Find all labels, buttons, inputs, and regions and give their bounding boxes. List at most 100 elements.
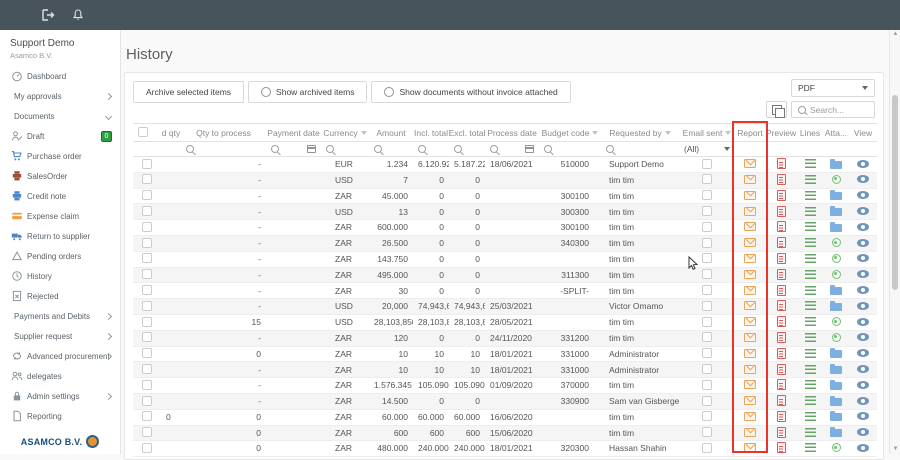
filter-cell-amount[interactable]: [369, 142, 413, 157]
sidebar-item-history[interactable]: History: [0, 266, 120, 286]
lines-icon[interactable]: [805, 349, 816, 358]
lines-icon[interactable]: [805, 222, 816, 231]
email-sent-checkbox[interactable]: [702, 443, 712, 453]
row-select-checkbox[interactable]: [142, 285, 152, 295]
column-header-qty[interactable]: Qty to process: [181, 124, 266, 142]
report-email-icon[interactable]: [744, 270, 756, 279]
pdf-preview-icon[interactable]: [777, 158, 786, 169]
column-header-view[interactable]: View: [849, 124, 877, 142]
report-email-icon[interactable]: [744, 207, 756, 216]
pdf-preview-icon[interactable]: [777, 190, 786, 201]
filter-funnel-icon[interactable]: [665, 131, 671, 135]
calendar-icon[interactable]: [525, 145, 534, 153]
view-eye-icon[interactable]: [857, 381, 869, 389]
row-select-checkbox[interactable]: [142, 364, 152, 374]
column-header-process[interactable]: Process date: [485, 124, 539, 142]
notifications-bell-icon[interactable]: [71, 9, 85, 21]
column-header-budget[interactable]: Budget code: [539, 124, 601, 142]
view-eye-icon[interactable]: [857, 318, 869, 326]
email-sent-checkbox[interactable]: [702, 222, 712, 232]
pdf-preview-icon[interactable]: [777, 316, 786, 327]
scroll-up-icon[interactable]: ▲: [892, 32, 899, 37]
attachment-folder-icon[interactable]: [830, 161, 842, 169]
column-header-incl[interactable]: Incl. total: [413, 124, 449, 142]
email-sent-checkbox[interactable]: [702, 348, 712, 358]
view-eye-icon[interactable]: [857, 175, 869, 183]
email-sent-checkbox[interactable]: [702, 269, 712, 279]
filter-cell-excl[interactable]: [449, 142, 485, 157]
row-select-checkbox[interactable]: [142, 332, 152, 342]
filter-cell-process[interactable]: [485, 142, 539, 157]
lines-icon[interactable]: [805, 238, 816, 247]
column-header-amount[interactable]: Amount: [369, 124, 413, 142]
column-header-email[interactable]: Email sent: [679, 124, 735, 142]
email-sent-checkbox[interactable]: [702, 396, 712, 406]
filter-cell-qty[interactable]: [181, 142, 266, 157]
column-header-report[interactable]: Report: [735, 124, 765, 142]
row-select-checkbox[interactable]: [142, 190, 152, 200]
sidebar-item-expense-claim[interactable]: Expense claim: [0, 206, 120, 226]
row-select-checkbox[interactable]: [142, 396, 152, 406]
report-email-icon[interactable]: [744, 333, 756, 342]
row-select-checkbox[interactable]: [142, 380, 152, 390]
view-eye-icon[interactable]: [857, 412, 869, 420]
view-eye-icon[interactable]: [857, 160, 869, 168]
sidebar-item-payments-and-debits[interactable]: Payments and Debits: [0, 306, 120, 326]
column-header-atta[interactable]: Atta...: [823, 124, 849, 142]
filter-cell-email[interactable]: (All): [679, 142, 735, 157]
row-select-checkbox[interactable]: [142, 253, 152, 263]
attachment-clip-icon[interactable]: [832, 317, 841, 326]
row-select-checkbox[interactable]: [142, 174, 152, 184]
pdf-preview-icon[interactable]: [777, 237, 786, 248]
report-email-icon[interactable]: [744, 222, 756, 231]
row-select-checkbox[interactable]: [142, 159, 152, 169]
row-select-checkbox[interactable]: [142, 222, 152, 232]
lines-icon[interactable]: [805, 412, 816, 421]
email-sent-checkbox[interactable]: [702, 301, 712, 311]
email-sent-checkbox[interactable]: [702, 411, 712, 421]
pdf-preview-icon[interactable]: [777, 395, 786, 406]
filter-cell-currency[interactable]: [321, 142, 369, 157]
lines-icon[interactable]: [805, 175, 816, 184]
column-header-sel[interactable]: [133, 124, 161, 142]
row-select-checkbox[interactable]: [142, 443, 152, 453]
filter-funnel-icon[interactable]: [592, 131, 598, 135]
view-eye-icon[interactable]: [857, 286, 869, 294]
show-archived-toggle[interactable]: Show archived items: [248, 81, 367, 103]
row-select-checkbox[interactable]: [142, 238, 152, 248]
filter-cell-payment[interactable]: [266, 142, 321, 157]
vertical-scrollbar[interactable]: ▲ ▼: [889, 30, 900, 454]
view-eye-icon[interactable]: [857, 333, 869, 341]
menu-icon[interactable]: [12, 9, 25, 21]
view-eye-icon[interactable]: [857, 444, 869, 452]
attachment-folder-icon[interactable]: [830, 224, 842, 232]
email-sent-checkbox[interactable]: [702, 206, 712, 216]
sidebar-item-dashboard[interactable]: Dashboard: [0, 66, 120, 86]
row-select-checkbox[interactable]: [142, 348, 152, 358]
pdf-preview-icon[interactable]: [777, 442, 786, 453]
sidebar-item-salesorder[interactable]: SalesOrder: [0, 166, 120, 186]
view-eye-icon[interactable]: [857, 349, 869, 357]
pdf-preview-icon[interactable]: [777, 221, 786, 232]
report-email-icon[interactable]: [744, 349, 756, 358]
pdf-preview-icon[interactable]: [777, 206, 786, 217]
attachment-clip-icon[interactable]: [832, 254, 841, 263]
lines-icon[interactable]: [805, 317, 816, 326]
email-sent-checkbox[interactable]: [702, 332, 712, 342]
sidebar-item-advanced-procurement[interactable]: Advanced procurement: [0, 346, 120, 366]
pdf-preview-icon[interactable]: [777, 364, 786, 375]
report-email-icon[interactable]: [744, 301, 756, 310]
filter-funnel-icon[interactable]: [361, 131, 367, 135]
attachment-folder-icon[interactable]: [830, 350, 842, 358]
lines-icon[interactable]: [805, 301, 816, 310]
attachment-folder-icon[interactable]: [830, 413, 842, 421]
lines-icon[interactable]: [805, 191, 816, 200]
sidebar-item-documents[interactable]: Documents: [0, 106, 120, 126]
row-select-checkbox[interactable]: [142, 427, 152, 437]
report-email-icon[interactable]: [744, 191, 756, 200]
attachment-clip-icon[interactable]: [832, 443, 841, 452]
scroll-down-icon[interactable]: ▼: [892, 447, 899, 452]
calendar-icon[interactable]: [307, 145, 316, 153]
view-eye-icon[interactable]: [857, 239, 869, 247]
lines-icon[interactable]: [805, 443, 816, 452]
